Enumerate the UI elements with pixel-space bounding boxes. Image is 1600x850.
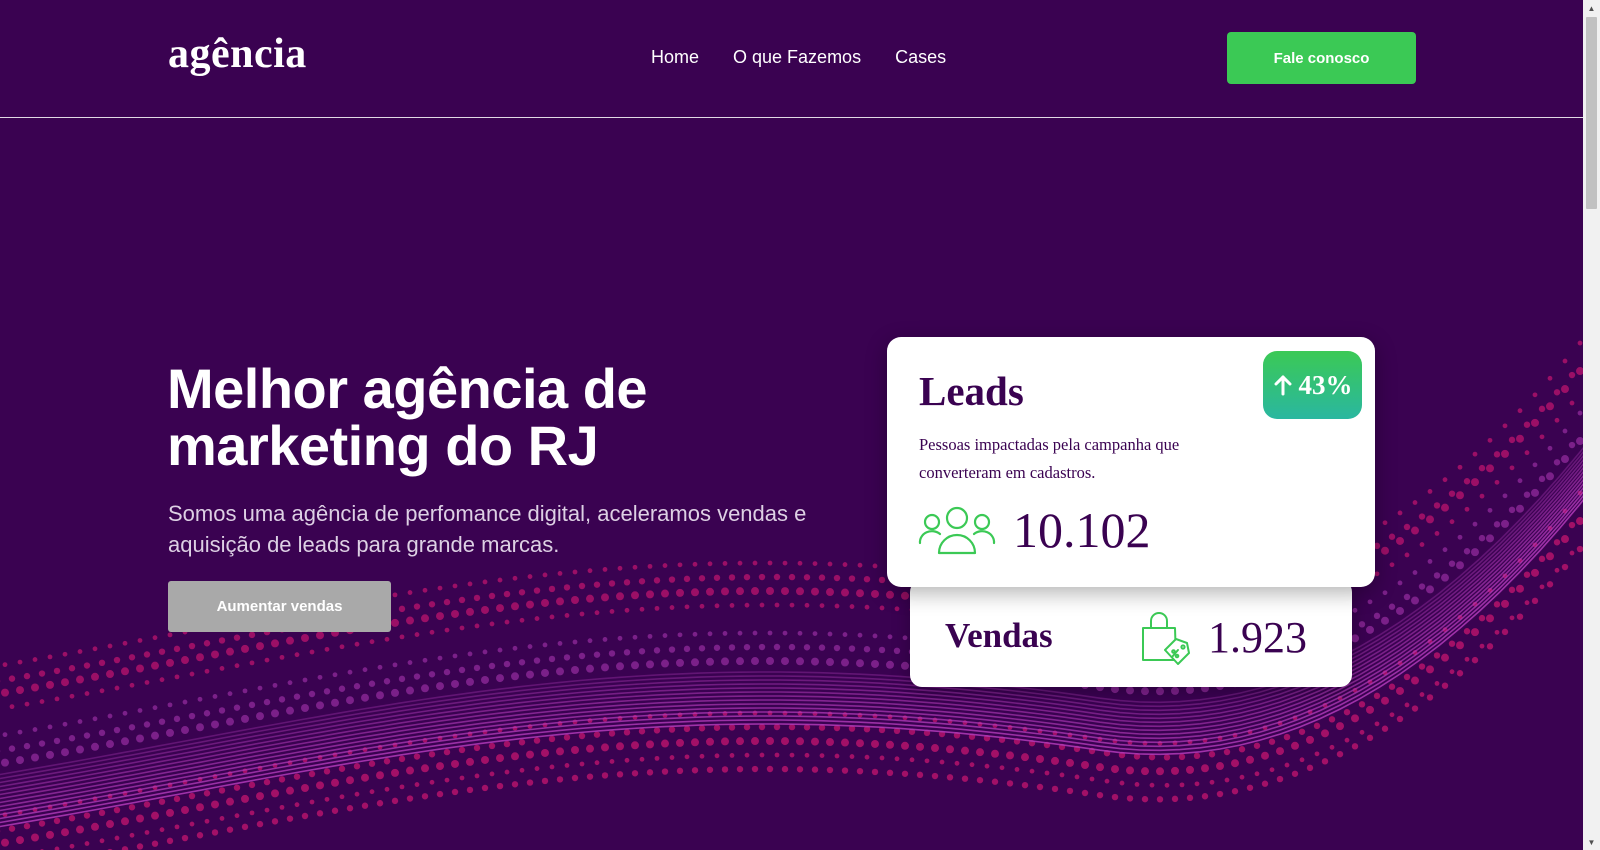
leads-card: Leads Pessoas impactadas pela campanha q… [887,337,1375,587]
nav-item-home[interactable]: Home [651,47,699,68]
arrow-up-icon [1274,375,1291,396]
page-viewport: agência Home O que Fazemos Cases Fale co… [0,0,1583,850]
sales-card: Vendas 1.923 [910,580,1352,687]
growth-badge: 43% [1263,351,1362,419]
sales-card-value: 1.923 [1208,613,1307,662]
logo[interactable]: agência [168,30,307,78]
site-header: agência Home O que Fazemos Cases Fale co… [0,0,1583,118]
increase-sales-button[interactable]: Aumentar vendas [168,581,391,632]
leads-card-value: 10.102 [1013,502,1151,558]
scroll-up-arrow-icon[interactable]: ▲ [1583,0,1600,16]
shopping-bag-discount-icon [1142,612,1190,665]
users-group-icon [918,506,996,555]
sales-card-title: Vendas [945,616,1053,655]
nav-item-o-que-fazemos[interactable]: O que Fazemos [733,47,861,68]
main-nav: Home O que Fazemos Cases [651,47,946,68]
scrollbar-thumb[interactable] [1586,17,1597,209]
growth-value: 43% [1298,369,1353,400]
nav-item-cases[interactable]: Cases [895,47,946,68]
vertical-scrollbar[interactable]: ▲ ▼ [1583,0,1600,850]
scroll-down-arrow-icon[interactable]: ▼ [1583,834,1600,850]
hero-subtitle: Somos uma agência de perfomance digital,… [168,501,807,557]
leads-card-description: Pessoas impactadas pela campanha que con… [919,435,1180,482]
contact-button[interactable]: Fale conosco [1227,32,1416,84]
hero-title: Melhor agência de marketing do RJ [167,357,648,477]
leads-card-title: Leads [919,368,1024,414]
